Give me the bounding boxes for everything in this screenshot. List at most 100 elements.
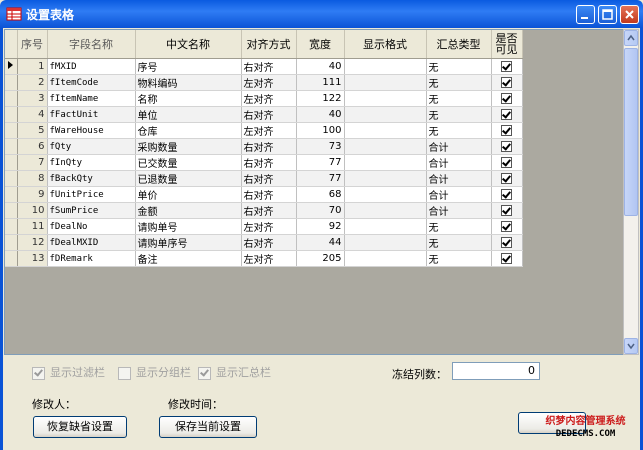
cell-field-name[interactable]: fFactUnit [47,106,136,123]
header-width[interactable]: 宽度 [296,30,345,59]
cell-width[interactable]: 100 [296,122,345,139]
visible-checkbox[interactable] [501,172,512,184]
cell-width[interactable]: 40 [296,58,345,75]
cell-chinese-name[interactable]: 金额 [135,202,242,219]
cell-display-format[interactable] [344,122,427,139]
cell-visible[interactable] [491,122,523,139]
cell-field-name[interactable]: fMXID [47,58,136,75]
scroll-down-button[interactable] [624,338,638,354]
header-field-name[interactable]: 字段名称 [47,30,136,59]
cell-index[interactable]: 5 [17,122,48,139]
cell-index[interactable]: 4 [17,106,48,123]
cell-width[interactable]: 92 [296,218,345,235]
visible-checkbox[interactable] [501,108,512,120]
cell-index[interactable]: 1 [17,58,48,75]
table-row[interactable]: 12 fDealMXID 请购单序号 右对齐 44 无 [5,234,523,251]
cell-summary-type[interactable]: 合计 [426,154,492,171]
cell-visible[interactable] [491,186,523,203]
cell-visible[interactable] [491,106,523,123]
cell-display-format[interactable] [344,138,427,155]
header-visible[interactable]: 是否可见 [491,30,523,59]
maximize-button[interactable] [598,5,617,24]
cell-summary-type[interactable]: 合计 [426,138,492,155]
cell-alignment[interactable]: 左对齐 [241,122,297,139]
scroll-thumb[interactable] [624,48,638,216]
cell-field-name[interactable]: fItemCode [47,74,136,91]
header-chinese-name[interactable]: 中文名称 [135,30,242,59]
cell-chinese-name[interactable]: 请购单序号 [135,234,242,251]
cell-chinese-name[interactable]: 物料编码 [135,74,242,91]
cell-display-format[interactable] [344,106,427,123]
cell-display-format[interactable] [344,154,427,171]
cell-width[interactable]: 122 [296,90,345,107]
cell-display-format[interactable] [344,58,427,75]
cell-visible[interactable] [491,202,523,219]
cell-chinese-name[interactable]: 单位 [135,106,242,123]
header-display-format[interactable]: 显示格式 [344,30,427,59]
cell-chinese-name[interactable]: 名称 [135,90,242,107]
cell-visible[interactable] [491,234,523,251]
group-bar-option[interactable]: 显示分组栏 [118,364,191,380]
cell-display-format[interactable] [344,186,427,203]
table-row[interactable]: 3 fItemName 名称 左对齐 122 无 [5,90,523,107]
summary-bar-option[interactable]: 显示汇总栏 [198,364,271,380]
cell-alignment[interactable]: 右对齐 [241,106,297,123]
cell-summary-type[interactable]: 合计 [426,170,492,187]
cell-width[interactable]: 40 [296,106,345,123]
cell-visible[interactable] [491,170,523,187]
visible-checkbox[interactable] [501,92,512,104]
cell-display-format[interactable] [344,234,427,251]
cell-index[interactable]: 8 [17,170,48,187]
visible-checkbox[interactable] [501,204,512,216]
cell-index[interactable]: 7 [17,154,48,171]
visible-checkbox[interactable] [501,124,512,136]
save-current-button[interactable]: 保存当前设置 [159,416,257,438]
cell-field-name[interactable]: fQty [47,138,136,155]
cell-display-format[interactable] [344,74,427,91]
cell-alignment[interactable]: 左对齐 [241,250,297,267]
table-row[interactable]: 2 fItemCode 物料编码 左对齐 111 无 [5,74,523,91]
cell-visible[interactable] [491,218,523,235]
freeze-columns-input[interactable]: 0 [452,362,540,380]
cell-alignment[interactable]: 左对齐 [241,218,297,235]
cell-alignment[interactable]: 右对齐 [241,186,297,203]
header-summary-type[interactable]: 汇总类型 [426,30,492,59]
visible-checkbox[interactable] [501,220,512,232]
cell-field-name[interactable]: fBackQty [47,170,136,187]
cell-width[interactable]: 205 [296,250,345,267]
cell-summary-type[interactable]: 无 [426,106,492,123]
header-index[interactable]: 序号 [17,30,48,59]
cell-chinese-name[interactable]: 已退数量 [135,170,242,187]
cell-chinese-name[interactable]: 已交数量 [135,154,242,171]
table-row[interactable]: 4 fFactUnit 单位 右对齐 40 无 [5,106,523,123]
cell-visible[interactable] [491,58,523,75]
cell-field-name[interactable]: fDRemark [47,250,136,267]
table-row[interactable]: 6 fQty 采购数量 右对齐 73 合计 [5,138,523,155]
visible-checkbox[interactable] [501,140,512,152]
cell-field-name[interactable]: fDealNo [47,218,136,235]
cell-width[interactable]: 73 [296,138,345,155]
cell-chinese-name[interactable]: 单价 [135,186,242,203]
cell-display-format[interactable] [344,250,427,267]
filter-bar-option[interactable]: 显示过滤栏 [32,364,105,380]
cell-display-format[interactable] [344,218,427,235]
cell-summary-type[interactable]: 无 [426,234,492,251]
cell-visible[interactable] [491,138,523,155]
table-row[interactable]: 13 fDRemark 备注 左对齐 205 无 [5,250,523,267]
cell-display-format[interactable] [344,170,427,187]
cell-alignment[interactable]: 右对齐 [241,234,297,251]
visible-checkbox[interactable] [501,156,512,168]
table-row[interactable]: 10 fSumPrice 金额 右对齐 70 合计 [5,202,523,219]
cell-chinese-name[interactable]: 采购数量 [135,138,242,155]
group-bar-checkbox[interactable] [118,366,131,380]
scroll-up-button[interactable] [624,30,638,46]
table-row[interactable]: 1 fMXID 序号 右对齐 40 无 [5,58,523,75]
cell-field-name[interactable]: fItemName [47,90,136,107]
cell-summary-type[interactable]: 合计 [426,202,492,219]
cell-field-name[interactable]: fWareHouse [47,122,136,139]
close-button[interactable] [620,5,639,24]
cell-chinese-name[interactable]: 序号 [135,58,242,75]
vertical-scrollbar[interactable] [623,29,639,355]
cell-index[interactable]: 12 [17,234,48,251]
cell-visible[interactable] [491,90,523,107]
